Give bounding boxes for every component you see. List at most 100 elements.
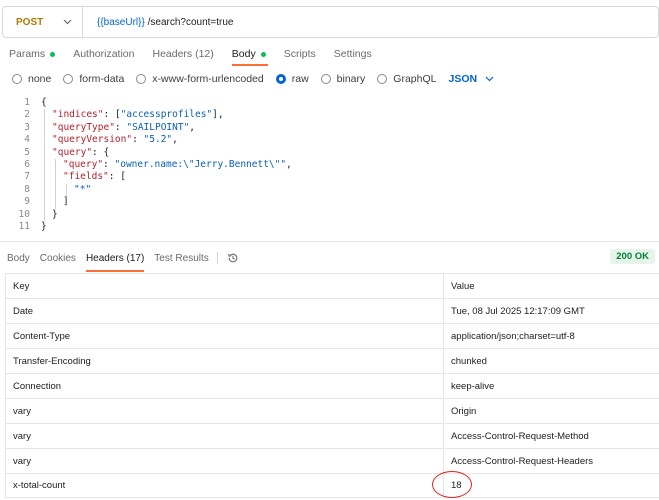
body-type-options: none form-data x-www-form-urlencoded raw bin… <box>12 71 494 87</box>
radio-button-icon <box>12 74 22 84</box>
code-text: "query": { <box>52 147 109 158</box>
status-dot-icon <box>260 51 266 57</box>
line-number: 5 <box>24 146 30 158</box>
json-punct: ] <box>63 196 69 208</box>
json-punct: } <box>41 221 47 232</box>
code-text: "queryVersion": "5.2", <box>52 134 178 145</box>
radio-label: GraphQL <box>393 73 437 85</box>
json-punct: : [ <box>103 109 121 121</box>
code-line: 2 "indices": ["accessprofiles"], <box>0 109 659 122</box>
code-text: "queryType": "SAILPOINT", <box>52 122 195 133</box>
line-number: 1 <box>24 97 30 108</box>
method-label: POST <box>16 16 44 28</box>
line-number: 2 <box>24 109 30 121</box>
line-number: 9 <box>24 196 30 208</box>
code-text: { <box>41 97 47 108</box>
radio-button-icon <box>136 74 147 84</box>
header-key: Date <box>5 299 444 323</box>
radio-raw[interactable]: raw <box>275 73 309 85</box>
tab-headers[interactable]: Headers (12) <box>152 44 213 64</box>
line-number: 6 <box>24 159 30 170</box>
json-punct: : [ <box>108 171 126 183</box>
header-key: x-total-count <box>5 474 444 497</box>
table-row: Transfer-Encoding chunked <box>5 348 659 373</box>
header-key: vary <box>5 449 444 473</box>
radio-binary[interactable]: binary <box>320 73 366 85</box>
tab-scripts[interactable]: Scripts <box>284 44 316 64</box>
radio-label: x-www-form-urlencoded <box>152 73 264 85</box>
code-line: 6 "query": "owner.name:\"Jerry.Bennett\""… <box>0 159 659 172</box>
code-line: 8 "*" <box>0 184 659 197</box>
header-key: Transfer-Encoding <box>5 349 444 373</box>
language-select[interactable]: JSON <box>448 73 494 85</box>
url-input[interactable]: {{baseUrl}} /search?count=true <box>83 17 234 28</box>
json-string: "5.2" <box>143 134 173 146</box>
table-header-row: Key Value <box>5 273 659 298</box>
request-bar: POST {{baseUrl}} /search?count=true <box>2 6 659 38</box>
header-key: vary <box>5 399 444 423</box>
code-line: 9] <box>0 196 659 209</box>
header-key: Connection <box>5 374 444 398</box>
json-key: "queryType" <box>52 121 115 133</box>
table-row: x-total-count 18 <box>5 473 659 498</box>
chevron-down-icon <box>485 74 494 84</box>
line-number: 4 <box>24 134 30 146</box>
radio-label: binary <box>336 73 366 85</box>
radio-button-icon <box>275 74 286 84</box>
json-punct: , <box>286 159 292 170</box>
line-number: 7 <box>24 171 30 183</box>
indent-guide <box>66 183 67 197</box>
json-string: "*" <box>74 183 92 195</box>
code-text: "*" <box>74 184 91 195</box>
json-punct: , <box>172 134 178 146</box>
code-line: 4 "queryVersion": "5.2", <box>0 134 659 147</box>
tab-settings[interactable]: Settings <box>334 44 372 64</box>
header-value: Access-Control-Request-Headers <box>451 455 594 467</box>
json-punct: : <box>103 159 115 170</box>
code-editor[interactable]: 1 {2 "indices": ["accessprofiles"], 3 "query… <box>0 97 659 240</box>
header-key: Content-Type <box>5 324 444 348</box>
line-number: 11 <box>18 221 30 232</box>
header-value: keep-alive <box>451 380 495 392</box>
table-row: Date Tue, 08 Jul 2025 12:17:09 GMT <box>5 298 659 323</box>
radio-form-data[interactable]: form-data <box>63 73 124 85</box>
history-icon[interactable] <box>226 251 240 265</box>
radio-none[interactable]: none <box>12 73 51 85</box>
chevron-down-icon <box>63 17 72 27</box>
radio-graphql[interactable]: GraphQL <box>377 73 436 85</box>
json-punct: ], <box>212 109 224 121</box>
header-value: Origin <box>451 405 477 417</box>
column-header-value: Value <box>451 280 475 292</box>
code-text: "indices": ["accessprofiles"], <box>52 109 224 120</box>
code-text: "query": "owner.name:\"Jerry.Bennett\"", <box>63 159 292 170</box>
indent-guide <box>55 159 56 209</box>
code-text: } <box>41 221 47 232</box>
response-tabs: Body Cookies Headers (17) Test Results <box>7 250 240 272</box>
json-key: "fields" <box>63 171 109 183</box>
radio-label: none <box>28 73 52 85</box>
json-punct: : { <box>92 146 110 158</box>
url-variable: {{baseUrl}} <box>97 16 145 28</box>
divider <box>0 241 659 242</box>
tab-label: Params <box>9 48 46 60</box>
json-key: "query" <box>52 146 93 158</box>
radio-x-www-form-urlencoded[interactable]: x-www-form-urlencoded <box>136 73 264 85</box>
json-string: "owner.name:\"Jerry.Bennett\"" <box>114 159 287 170</box>
tab-body[interactable]: Body <box>231 44 268 66</box>
radio-label: form-data <box>79 73 125 85</box>
response-tab-cookies[interactable]: Cookies <box>40 250 76 266</box>
response-tab-test-results[interactable]: Test Results <box>154 250 208 266</box>
code-text: } <box>52 209 58 220</box>
table-row: vary Origin <box>5 398 659 423</box>
line-number: 3 <box>24 121 30 133</box>
tab-params[interactable]: Params <box>9 44 56 64</box>
line-number: 8 <box>24 183 30 195</box>
header-value: Access-Control-Request-Method <box>451 430 589 442</box>
json-punct: { <box>41 97 47 108</box>
response-tab-headers[interactable]: Headers (17) <box>85 250 145 272</box>
tab-authorization[interactable]: Authorization <box>73 44 134 64</box>
method-select[interactable]: POST <box>3 7 83 37</box>
radio-label: raw <box>291 73 309 85</box>
annotation-circle <box>432 471 472 498</box>
response-tab-body[interactable]: Body <box>7 250 30 266</box>
